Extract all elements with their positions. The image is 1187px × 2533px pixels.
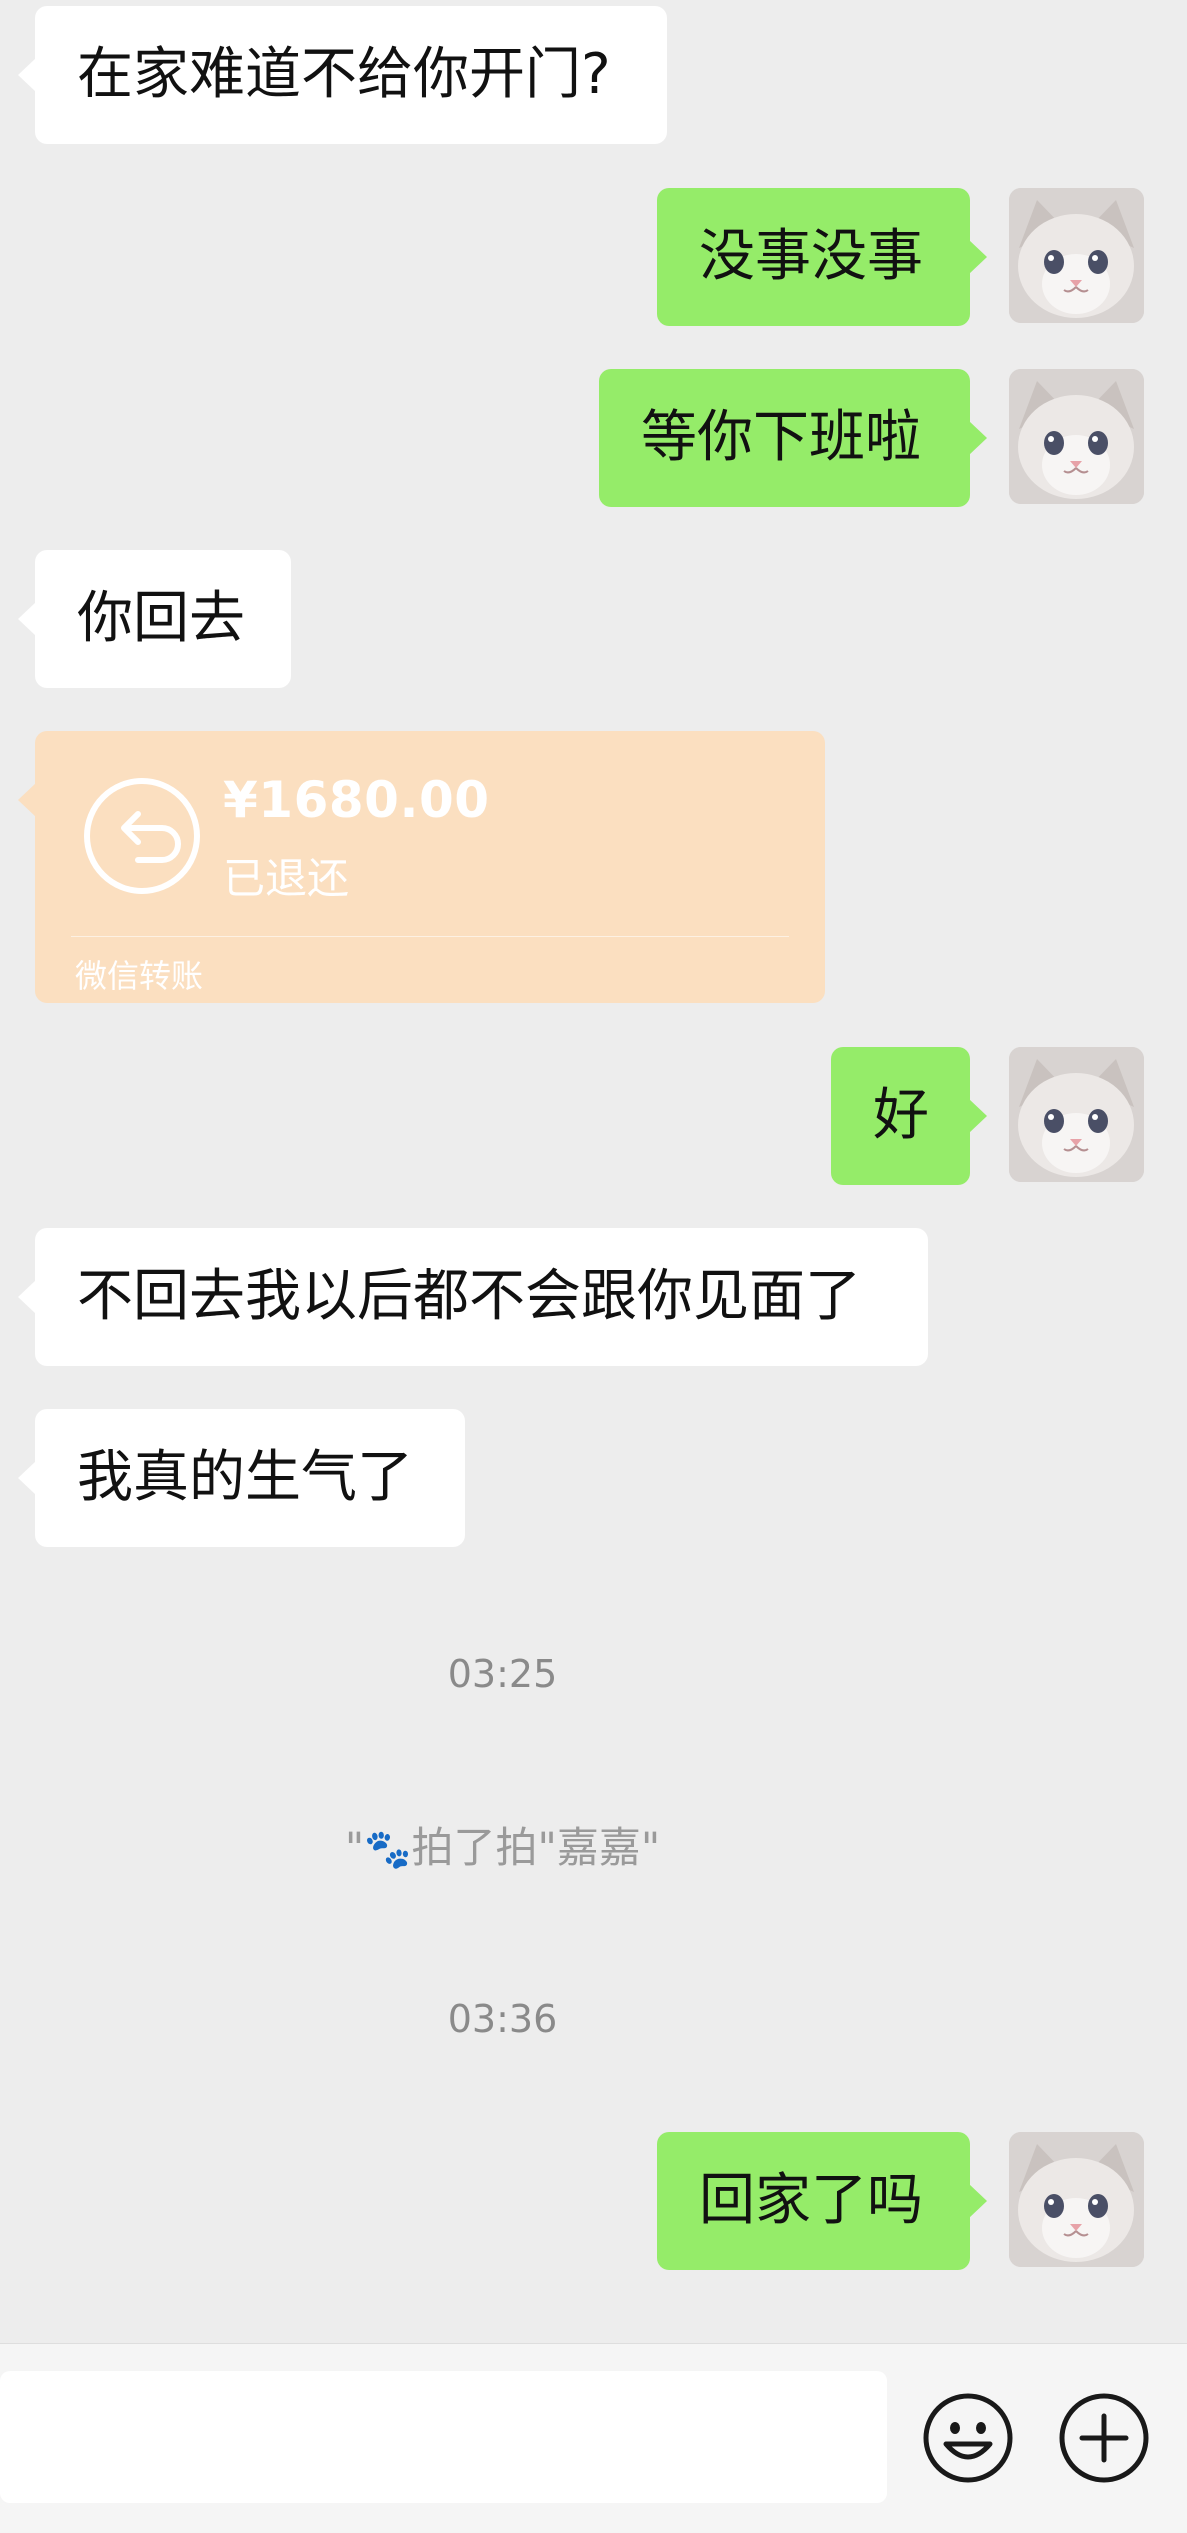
- avatar[interactable]: [1009, 188, 1144, 323]
- plus-icon[interactable]: [1058, 2392, 1150, 2484]
- cat-avatar-icon: [1009, 2132, 1144, 2267]
- system-message-text: 拍了拍"嘉嘉": [411, 1823, 661, 1872]
- timestamp: 03:25: [447, 1652, 558, 1696]
- incoming-message[interactable]: 我真的生气了: [18, 1409, 465, 1547]
- paw-icon: 🐾: [364, 1827, 412, 1871]
- divider: [71, 936, 789, 937]
- emoji-icon[interactable]: [922, 2392, 1014, 2484]
- input-bar: [0, 2343, 1187, 2533]
- chat-area: 在家难道不给你开门? 没事没事 等你下班啦 你回去 ¥1680.00 已退还 微…: [0, 0, 1187, 2343]
- timestamp: 03:36: [447, 1997, 558, 2041]
- avatar[interactable]: [1009, 1047, 1144, 1182]
- transfer-amount: ¥1680.00: [223, 771, 490, 829]
- outgoing-message[interactable]: 好: [831, 1047, 987, 1185]
- transfer-card[interactable]: ¥1680.00 已退还 微信转账: [18, 731, 825, 1003]
- avatar[interactable]: [1009, 2132, 1144, 2267]
- cat-avatar-icon: [1009, 188, 1144, 323]
- avatar[interactable]: [1009, 369, 1144, 504]
- system-message-prefix: ": [344, 1823, 365, 1872]
- message-input[interactable]: [0, 2371, 887, 2503]
- outgoing-message[interactable]: 等你下班啦: [599, 369, 987, 507]
- incoming-message[interactable]: 在家难道不给你开门?: [18, 6, 667, 144]
- transfer-label: 微信转账: [75, 957, 204, 995]
- system-message: "🐾拍了拍"嘉嘉": [0, 1814, 1005, 1875]
- outgoing-message[interactable]: 没事没事: [657, 188, 987, 326]
- transfer-status: 已退还: [223, 854, 350, 903]
- incoming-message[interactable]: 不回去我以后都不会跟你见面了: [18, 1228, 928, 1366]
- cat-avatar-icon: [1009, 1047, 1144, 1182]
- cat-avatar-icon: [1009, 369, 1144, 504]
- return-arrow-icon: [84, 778, 200, 894]
- incoming-message[interactable]: 你回去: [18, 550, 291, 688]
- outgoing-message[interactable]: 回家了吗: [657, 2132, 987, 2270]
